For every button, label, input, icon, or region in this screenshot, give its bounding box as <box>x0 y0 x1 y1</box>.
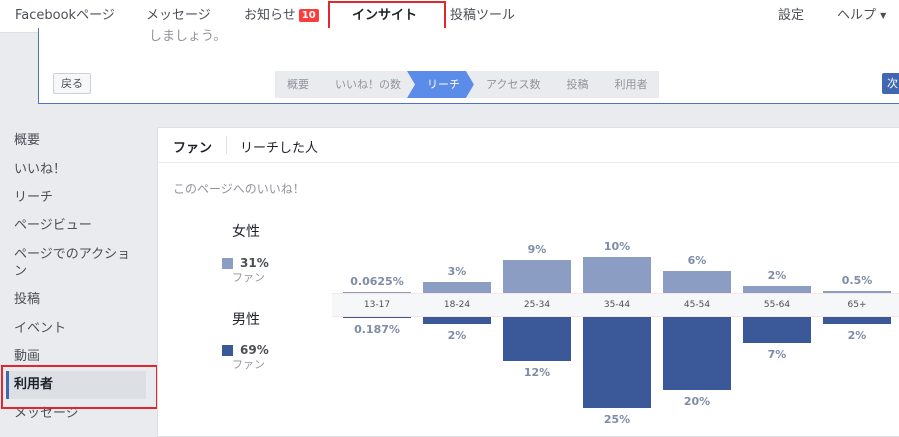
next-button[interactable]: 次 <box>882 73 899 94</box>
step-likes[interactable]: いいね！の数 <box>315 71 415 98</box>
sidebar-item-messages[interactable]: メッセージ <box>14 405 79 422</box>
tab-separator <box>226 136 227 154</box>
female-label-18-24: 3% <box>447 265 467 279</box>
male-bar-55-64 <box>743 317 811 343</box>
main-panel: ファン リーチした人 このページへのいいね！ 女性 31% ファン 男性 69%… <box>157 127 899 437</box>
audience-tabs: ファン リーチした人 <box>158 128 899 163</box>
step-posts[interactable]: 投稿 <box>546 71 602 98</box>
female-label-65+: 0.5% <box>841 274 873 288</box>
section-title: このページへのいいね！ <box>173 182 305 196</box>
step-overview[interactable]: 概要 <box>275 71 323 98</box>
sidebar-item-actions[interactable]: ページでのアクション <box>14 246 134 280</box>
female-bar-18-24 <box>423 282 491 293</box>
age-label-35-44: 35-44 <box>603 300 631 310</box>
guide-panel: しましょう。 戻る 概要 いいね！の数 リーチ アクセス数 投稿 利用者 次 <box>38 28 899 104</box>
male-label-35-44: 25% <box>603 413 631 427</box>
female-bar-35-44 <box>583 256 651 293</box>
age-label-55-64: 55-64 <box>763 300 791 310</box>
step-reach[interactable]: リーチ <box>407 71 474 98</box>
male-label-18-24: 2% <box>447 329 467 343</box>
age-label-45-54: 45-54 <box>683 300 711 310</box>
chevron-down-icon: ▼ <box>880 11 887 20</box>
back-button[interactable]: 戻る <box>53 73 91 94</box>
male-label-25-34: 12% <box>523 365 551 379</box>
male-label-45-54: 20% <box>683 395 711 408</box>
sidebar-item-people[interactable]: 利用者 <box>14 376 53 393</box>
female-label-13-17: 0.0625% <box>350 275 404 288</box>
step-page-views[interactable]: アクセス数 <box>466 71 554 98</box>
male-bar-35-44 <box>583 317 651 409</box>
male-label-55-64: 7% <box>767 347 787 361</box>
female-bar-13-17 <box>343 292 411 293</box>
female-percent: 31% <box>240 256 269 270</box>
guide-steps: 概要 いいね！の数 リーチ アクセス数 投稿 利用者 <box>275 71 660 98</box>
age-label-13-17: 13-17 <box>363 300 391 310</box>
male-bar-45-54 <box>663 317 731 390</box>
male-bar-25-34 <box>503 317 571 361</box>
female-bar-25-34 <box>503 260 571 293</box>
tab-fans[interactable]: ファン <box>173 137 212 156</box>
female-label-45-54: 6% <box>687 254 707 268</box>
sidebar-item-page-views[interactable]: ページビュー <box>14 217 92 234</box>
tab-people-reached[interactable]: リーチした人 <box>240 137 318 156</box>
female-label-55-64: 2% <box>767 268 787 282</box>
male-percent: 69% <box>240 343 269 357</box>
female-bar-55-64 <box>743 285 811 293</box>
age-label-25-34: 25-34 <box>523 300 551 310</box>
female-bar-45-54 <box>663 271 731 293</box>
female-label: 女性 <box>232 224 260 240</box>
sidebar-item-posts[interactable]: 投稿 <box>14 291 40 308</box>
male-sub-label: ファン <box>232 358 265 371</box>
step-people[interactable]: 利用者 <box>594 71 660 98</box>
sidebar-item-overview[interactable]: 概要 <box>14 132 40 149</box>
sidebar-item-events[interactable]: イベント <box>14 320 66 337</box>
female-label-25-34: 9% <box>527 243 547 257</box>
notifications-badge: 10 <box>298 9 319 22</box>
female-bar-65+ <box>823 291 891 293</box>
male-label: 男性 <box>232 312 260 328</box>
sidebar-item-likes[interactable]: いいね！ <box>14 161 66 178</box>
guide-text: しましょう。 <box>149 29 227 44</box>
nav-help-label: ヘルプ <box>837 8 877 23</box>
male-bar-65+ <box>823 317 891 325</box>
sidebar-item-reach[interactable]: リーチ <box>14 189 53 206</box>
female-sub-label: ファン <box>232 271 265 284</box>
male-label-65+: 2% <box>847 329 867 343</box>
female-legend-swatch <box>222 258 233 269</box>
age-label-18-24: 18-24 <box>443 300 471 310</box>
male-bar-13-17 <box>343 317 411 318</box>
age-label-65+: 65+ <box>847 300 867 310</box>
nav-notifications-label: お知らせ <box>244 8 296 23</box>
age-band-top-line <box>332 293 899 294</box>
female-label-35-44: 10% <box>603 239 631 253</box>
male-label-13-17: 0.187% <box>354 323 400 336</box>
male-bar-18-24 <box>423 317 491 325</box>
male-legend-swatch <box>222 345 233 356</box>
sidebar-item-videos[interactable]: 動画 <box>14 348 40 365</box>
